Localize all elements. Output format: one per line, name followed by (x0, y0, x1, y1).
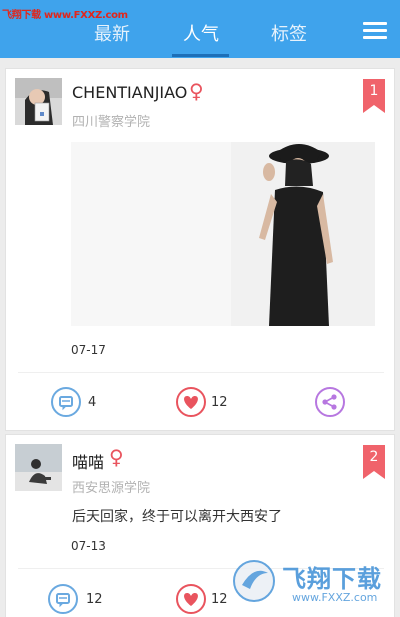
tab-latest[interactable]: 最新 (94, 20, 130, 46)
share-icon (315, 387, 345, 417)
brand-watermark-url: www.FXXZ.com (292, 591, 378, 604)
school-name: 四川警察学院 (72, 115, 151, 130)
heart-icon (176, 387, 206, 417)
heart-icon (176, 584, 206, 614)
comment-count: 4 (88, 395, 97, 410)
post-date: 07-17 (71, 343, 106, 357)
like-count: 12 (211, 395, 228, 410)
female-icon: ♀ (109, 445, 124, 469)
username[interactable]: 喵喵 (72, 449, 104, 473)
brand-watermark: 飞翔下载 www.FXXZ.com (232, 557, 392, 609)
watermark-top: 飞翔下载 www.FXXZ.com (2, 10, 128, 21)
rank-ribbon: 2 (363, 445, 385, 479)
female-icon: ♀ (189, 79, 204, 103)
avatar[interactable] (15, 444, 62, 491)
divider (18, 372, 384, 373)
active-tab-indicator (172, 54, 229, 57)
tab-popular[interactable]: 人气 (183, 20, 219, 46)
share-button[interactable] (315, 387, 347, 419)
post-image[interactable] (71, 142, 375, 326)
comment-button[interactable]: 12 (48, 584, 108, 616)
tab-tags[interactable]: 标签 (271, 20, 307, 46)
comment-icon (48, 584, 78, 614)
comment-button[interactable]: 4 (51, 387, 111, 419)
app-header: 飞翔下载 www.FXXZ.com 最新 人气 标签 (0, 0, 400, 58)
school-name: 西安思源学院 (72, 481, 151, 496)
like-button[interactable]: 12 (176, 387, 236, 419)
rank-number: 1 (369, 83, 379, 99)
rank-ribbon: 1 (363, 79, 385, 113)
like-count: 12 (211, 592, 228, 607)
rank-number: 2 (369, 449, 379, 465)
comment-icon (51, 387, 81, 417)
comment-count: 12 (86, 592, 103, 607)
like-button[interactable]: 12 (176, 584, 236, 616)
post-card-1: CHENTIANJIAO ♀ 四川警察学院 1 07-17 4 12 (5, 68, 395, 431)
post-text: 后天回家，终于可以离开大西安了 (72, 509, 282, 525)
post-date: 07-13 (71, 539, 106, 553)
hamburger-menu-icon[interactable] (363, 22, 387, 40)
avatar[interactable] (15, 78, 62, 125)
username[interactable]: CHENTIANJIAO (72, 83, 187, 102)
brand-watermark-text: 飞翔下载 (282, 565, 382, 593)
